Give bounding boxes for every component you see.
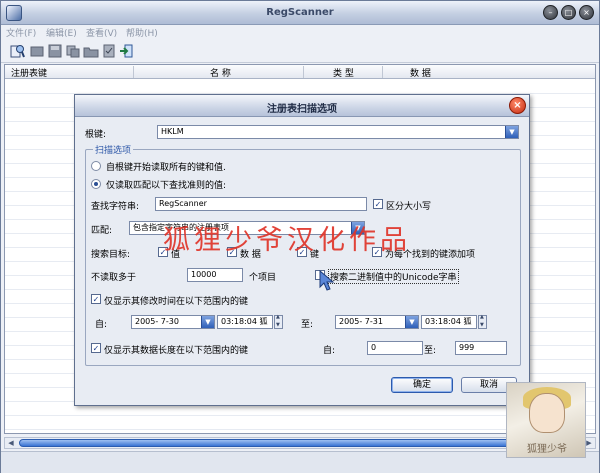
menu-help[interactable]: 帮助(H) (126, 26, 158, 39)
stop-icon[interactable] (29, 43, 45, 59)
case-sensitive-label[interactable]: 区分大小写 (386, 199, 431, 212)
minimize-button[interactable]: – (543, 5, 558, 20)
toolbar (1, 39, 599, 63)
date-to-label: 至: (301, 320, 314, 330)
date-from-value: 2005- 7-30 (135, 317, 179, 326)
time-to-spinner[interactable] (478, 314, 487, 329)
mouse-cursor-icon (319, 270, 335, 291)
search-target-label: 搜索目标: (91, 250, 131, 260)
scroll-left-icon[interactable]: ◀ (5, 438, 17, 448)
avatar-caption: 狐狸少爷 (527, 444, 567, 455)
avatar-face (529, 393, 565, 433)
window-title: RegScanner (266, 7, 334, 18)
limit-input[interactable]: 10000 (187, 268, 243, 282)
date-to-value: 2005- 7-31 (339, 317, 383, 326)
date-to-picker[interactable]: 2005- 7-31 ▼ (335, 315, 419, 329)
length-filter-checkbox[interactable] (91, 343, 101, 353)
dialog-title-bar: 注册表扫描选项 × (75, 95, 529, 117)
radio-read-all[interactable] (91, 161, 101, 171)
avatar-badge: 狐狸少爷 (506, 382, 586, 458)
length-from-label: 自: (323, 346, 336, 356)
limit-label: 不读取多于 (91, 273, 137, 283)
copy-icon[interactable] (65, 43, 81, 59)
radio-read-matching-label[interactable]: 仅读取匹配以下查找准则的值: (106, 178, 226, 191)
find-string-label: 查找字符串: (91, 202, 140, 212)
column-name[interactable]: 名 称 (210, 66, 231, 79)
date-filter-label[interactable]: 仅显示其修改时间在以下范围内的键 (104, 294, 248, 307)
root-key-value: HKLM (161, 127, 184, 136)
column-data[interactable]: 数 据 (410, 66, 431, 79)
time-from-spinner[interactable] (274, 314, 283, 329)
chevron-down-icon: ▼ (405, 316, 418, 328)
ok-button[interactable]: 确定 (391, 377, 453, 393)
date-filter-checkbox[interactable] (91, 294, 101, 304)
maximize-button[interactable]: □ (561, 5, 576, 20)
case-sensitive-checkbox[interactable] (373, 199, 383, 209)
close-button[interactable]: × (579, 5, 594, 20)
dialog-title: 注册表扫描选项 (267, 104, 337, 115)
chevron-down-icon: ▼ (201, 316, 214, 328)
time-from-input[interactable]: 03:18:04 狐 (217, 315, 273, 329)
menu-bar: 文件(F) 编辑(E) 查看(V) 帮助(H) (1, 25, 599, 39)
list-header: 注册表键 名 称 类 型 数 据 (5, 65, 595, 79)
radio-read-matching[interactable] (91, 179, 101, 189)
column-type[interactable]: 类 型 (333, 66, 354, 79)
unicode-search-label[interactable]: 搜索二进制值中的Unicode字串 (328, 269, 459, 284)
limit-unit-label: 个项目 (249, 273, 277, 283)
length-filter-label[interactable]: 仅显示其数据长度在以下范围内的键 (104, 343, 248, 356)
title-bar: RegScanner – □ × (1, 1, 599, 25)
chevron-down-icon: ▼ (505, 126, 518, 138)
scan-icon[interactable] (9, 43, 25, 59)
column-registry-key[interactable]: 注册表键 (11, 66, 47, 79)
root-key-label: 根键: (85, 130, 107, 140)
length-to-input[interactable]: 999 (455, 341, 507, 355)
scroll-thumb[interactable] (19, 439, 575, 447)
exit-icon[interactable] (119, 43, 135, 59)
find-string-input[interactable]: RegScanner (155, 197, 367, 211)
menu-file[interactable]: 文件(F) (6, 26, 36, 39)
match-label: 匹配: (91, 226, 113, 236)
properties-icon[interactable] (101, 43, 117, 59)
watermark-text: 狐狸少爷汉化作品 (163, 225, 411, 256)
group-title: 扫描选项 (93, 143, 134, 156)
radio-read-all-label[interactable]: 自根键开始读取所有的键和值. (106, 160, 226, 173)
menu-edit[interactable]: 编辑(E) (46, 26, 77, 39)
length-to-label: 至: (424, 346, 437, 356)
date-from-picker[interactable]: 2005- 7-30 ▼ (131, 315, 215, 329)
open-folder-icon[interactable] (83, 43, 99, 59)
length-from-input[interactable]: 0 (367, 341, 423, 355)
dialog-close-button[interactable]: × (509, 97, 526, 114)
menu-view[interactable]: 查看(V) (86, 26, 117, 39)
time-to-input[interactable]: 03:18:04 狐 (421, 315, 477, 329)
date-from-label: 自: (95, 320, 108, 330)
root-key-select[interactable]: HKLM ▼ (157, 125, 519, 139)
save-icon[interactable] (47, 43, 63, 59)
